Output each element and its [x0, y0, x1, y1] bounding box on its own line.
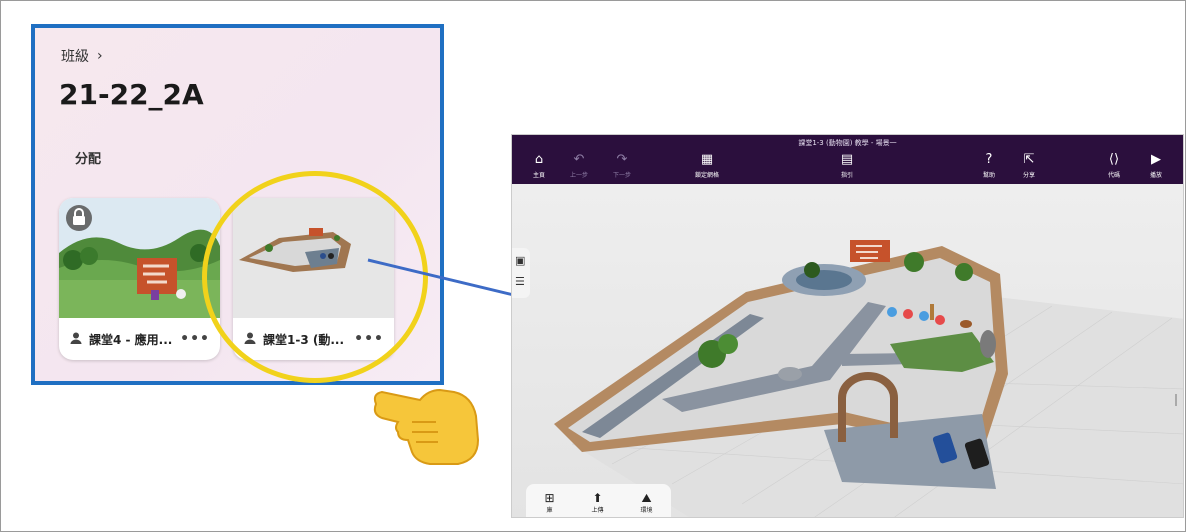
code-icon: ⟨⟩: [1108, 152, 1120, 167]
side-toolbar: ▣ ☰: [512, 248, 530, 298]
breadcrumb-label[interactable]: 班級: [61, 46, 89, 66]
environment-icon: ⛰: [641, 490, 652, 505]
guide-button[interactable]: ▤ 指引: [832, 152, 862, 179]
list-icon[interactable]: ☰: [515, 275, 525, 288]
image-icon[interactable]: ▣: [515, 254, 525, 267]
play-icon: ▶: [1151, 152, 1161, 167]
share-icon: ⇱: [1023, 152, 1035, 167]
upload-button[interactable]: ⬆ 上傳: [592, 491, 604, 514]
library-label: 庫: [546, 506, 553, 514]
assignment-card[interactable]: 課堂4 - 應用... •••: [59, 198, 220, 360]
share-button[interactable]: ⇱ 分享: [1014, 152, 1044, 179]
play-label: 播放: [1149, 172, 1162, 179]
code-button[interactable]: ⟨⟩ 代碼: [1099, 152, 1129, 179]
environment-label: 環境: [640, 506, 653, 514]
panel-resize-handle[interactable]: [1175, 394, 1177, 406]
lock-grid-button[interactable]: ▦ 鎖定網格: [692, 152, 722, 179]
share-label: 分享: [1022, 172, 1035, 179]
library-button[interactable]: ⊞ 庫: [544, 491, 554, 514]
undo-label: 上一步: [569, 172, 588, 179]
help-icon: ?: [985, 152, 993, 167]
breadcrumb[interactable]: 班級 ›: [61, 46, 103, 66]
person-icon: [69, 331, 83, 348]
home-button[interactable]: ⌂ 主頁: [524, 152, 554, 179]
play-button[interactable]: ▶ 播放: [1141, 152, 1171, 179]
more-options-icon[interactable]: •••: [180, 331, 210, 347]
help-button[interactable]: ? 幫助: [974, 152, 1004, 179]
undo-button[interactable]: ↶ 上一步: [564, 152, 594, 179]
top-toolbar: 課堂1-3 (動物園) 教學 - 場景一 ⌂ 主頁 ↶ 上一步 ↷ 下一步 ▦ …: [512, 135, 1183, 184]
lock-icon: [66, 205, 92, 231]
grid-icon: ▦: [700, 152, 714, 167]
grid-label: 鎖定網格: [694, 172, 719, 179]
zoo-scene: [554, 240, 1183, 517]
page-title: 21-22_2A: [59, 78, 204, 111]
environment-button[interactable]: ⛰ 環境: [641, 491, 653, 514]
guide-icon: ▤: [840, 152, 854, 167]
library-icon: ⊞: [544, 490, 555, 505]
chevron-right-icon: ›: [97, 48, 103, 64]
scene-editor-window: 課堂1-3 (動物園) 教學 - 場景一 ⌂ 主頁 ↶ 上一步 ↷ 下一步 ▦ …: [511, 134, 1184, 518]
help-label: 幫助: [982, 172, 995, 179]
card-title: 課堂4 - 應用...: [89, 332, 173, 347]
section-label: 分配: [75, 152, 102, 167]
redo-button[interactable]: ↷ 下一步: [607, 152, 637, 179]
scene-title: 課堂1-3 (動物園) 教學 - 場景一: [798, 139, 897, 147]
home-label: 主頁: [532, 172, 545, 179]
home-icon: ⌂: [534, 152, 544, 167]
pointing-hand-icon: [373, 388, 480, 465]
upload-icon: ⬆: [592, 490, 603, 505]
guide-label: 指引: [840, 172, 853, 179]
redo-icon: ↷: [616, 152, 628, 167]
code-label: 代碼: [1107, 172, 1120, 179]
bottom-toolbar: ⊞ 庫 ⬆ 上傳 ⛰ 環境: [526, 484, 671, 517]
upload-label: 上傳: [591, 506, 604, 514]
undo-icon: ↶: [573, 152, 585, 167]
redo-label: 下一步: [612, 172, 631, 179]
3d-viewport[interactable]: ▣ ☰: [512, 184, 1183, 517]
